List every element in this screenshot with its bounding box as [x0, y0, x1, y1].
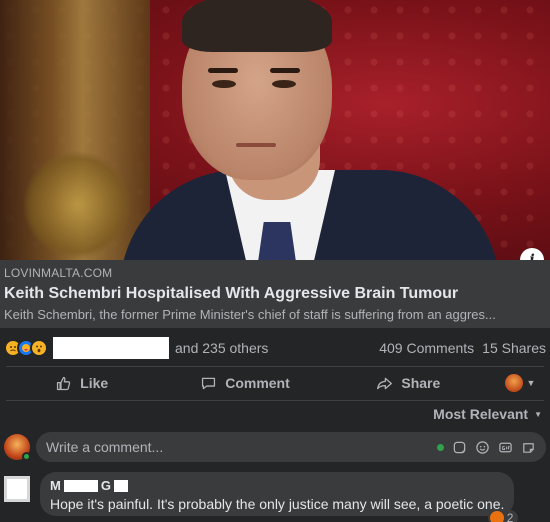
mouth: [236, 143, 276, 147]
comment-reaction-count: 2: [506, 511, 514, 522]
wow-reaction-icon[interactable]: [30, 339, 48, 357]
comment-author[interactable]: M G: [50, 478, 504, 493]
comments-count[interactable]: 409 Comments: [379, 340, 474, 356]
reactions-summary: and 235 others 409 Comments 15 Shares: [0, 336, 550, 360]
camera-sticker-icon[interactable]: [521, 440, 536, 455]
share-label: Share: [401, 375, 441, 391]
right-brow: [270, 68, 300, 73]
share-button[interactable]: Share: [327, 375, 490, 392]
comment-sort-dropdown[interactable]: Most Relevant ▼: [433, 406, 542, 422]
article-image[interactable]: [0, 0, 550, 260]
link-source: LOVINMALTA.COM: [4, 266, 113, 280]
comment-composer: [4, 431, 546, 463]
tie: [258, 222, 296, 260]
engagement-counts: 409 Comments 15 Shares: [379, 340, 546, 356]
link-description: Keith Schembri, the former Prime Ministe…: [4, 307, 496, 322]
like-button[interactable]: Like: [0, 375, 163, 392]
redacted-name-part: [63, 479, 98, 492]
comment-input[interactable]: [46, 439, 437, 455]
gilded-ornament: [22, 150, 132, 260]
commenter-avatar[interactable]: [4, 476, 30, 502]
sort-label: Most Relevant: [433, 406, 529, 422]
online-status-icon: [22, 452, 31, 461]
hair: [182, 0, 332, 52]
composer-tools: [437, 440, 536, 455]
reactions-others[interactable]: and 235 others: [175, 340, 268, 356]
gif-icon[interactable]: [498, 440, 513, 455]
redacted-name-part: [113, 479, 128, 492]
shares-count[interactable]: 15 Shares: [482, 340, 546, 356]
comment-button[interactable]: Comment: [163, 375, 326, 392]
sticker-icon[interactable]: [452, 440, 467, 455]
redacted-names: [53, 337, 169, 359]
emoji-icon[interactable]: [475, 440, 490, 455]
profile-avatar-icon: [504, 374, 523, 392]
left-eye: [212, 80, 236, 88]
comment-input-box[interactable]: [36, 432, 546, 462]
thumbs-up-icon: [57, 376, 71, 390]
angry-reaction-icon: [489, 511, 504, 522]
share-arrow-icon: [377, 377, 393, 389]
user-avatar[interactable]: [4, 434, 31, 461]
author-initial: M: [50, 478, 61, 493]
like-label: Like: [80, 375, 109, 391]
link-headline[interactable]: Keith Schembri Hospitalised With Aggress…: [4, 285, 546, 303]
post-actions: Like Comment Share ▼: [0, 372, 550, 394]
comment-bubble-icon: [202, 377, 216, 389]
left-brow: [208, 68, 238, 73]
divider: [6, 366, 544, 367]
comment-bubble: M G Hope it's painful. It's probably the…: [40, 472, 519, 522]
link-preview[interactable]: LOVINMALTA.COM Keith Schembri Hospitalis…: [0, 260, 550, 328]
comment-text: Hope it's painful. It's probably the onl…: [50, 496, 505, 512]
avatar-status-icon: [437, 443, 444, 451]
right-eye: [272, 80, 296, 88]
comment-item: M G Hope it's painful. It's probably the…: [4, 472, 546, 522]
divider: [6, 400, 544, 401]
comment-reactions[interactable]: 2: [487, 510, 519, 522]
chevron-down-icon: ▼: [534, 409, 542, 419]
comment-label: Comment: [225, 375, 290, 391]
author-initial-2: G: [100, 478, 111, 493]
chevron-down-icon: ▼: [526, 378, 536, 388]
react-as-menu[interactable]: ▼: [490, 374, 550, 392]
